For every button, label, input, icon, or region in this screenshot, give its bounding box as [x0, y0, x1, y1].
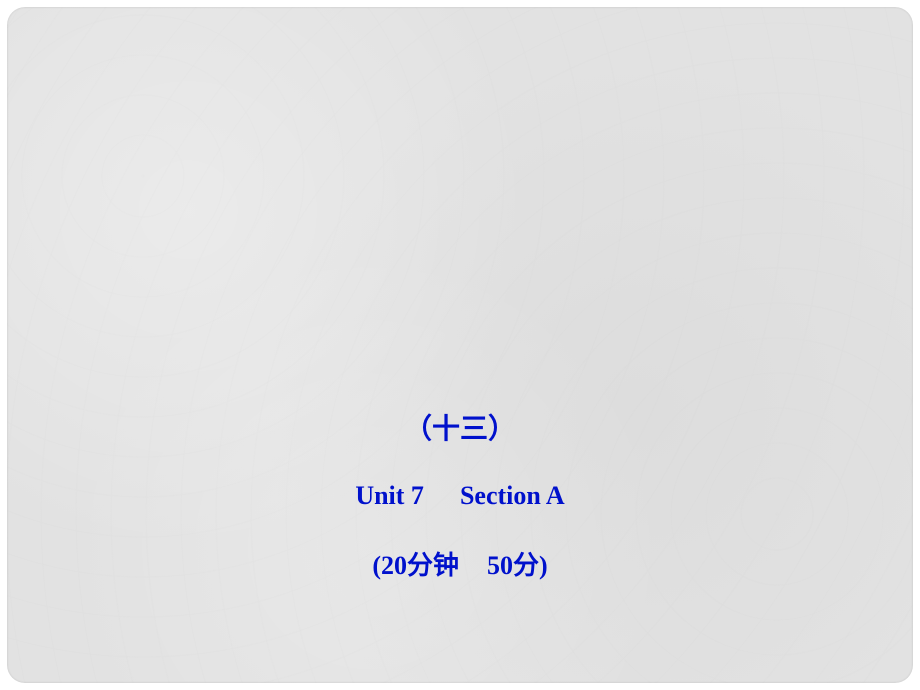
unit-text: Unit 7 — [355, 481, 424, 510]
score-text: 50分) — [487, 551, 548, 580]
unit-section-line: Unit 7 Section A — [355, 481, 564, 511]
slide-number-line: （十三） — [404, 407, 516, 447]
time-score-line: (20分钟 50分) — [372, 545, 547, 582]
slide-number-text: （十三） — [404, 414, 516, 445]
slide-container: （十三） Unit 7 Section A (20分钟 50分) — [7, 7, 913, 683]
section-text: Section A — [460, 481, 565, 510]
time-text: (20分钟 — [372, 551, 459, 580]
slide-content: （十三） Unit 7 Section A (20分钟 50分) — [7, 407, 913, 582]
